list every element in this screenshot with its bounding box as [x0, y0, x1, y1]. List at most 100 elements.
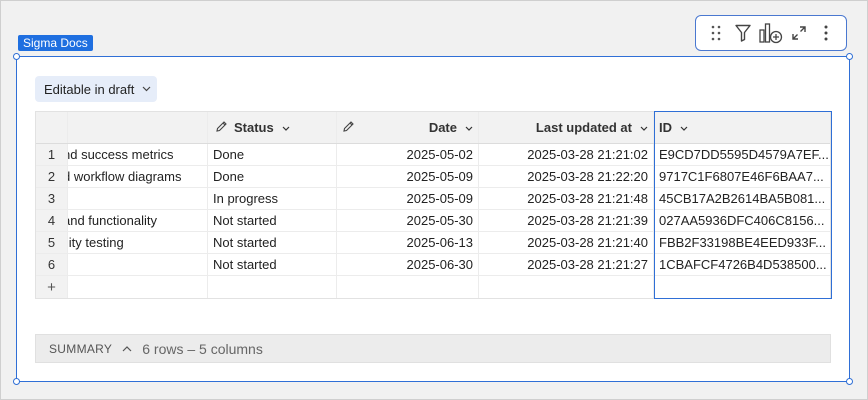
task-cell-text: │ [68, 191, 71, 206]
row-index: 2 [36, 166, 68, 187]
task-cell[interactable]: and functionality [68, 210, 208, 231]
id-cell[interactable]: 1CBAFCF4726B4D538500... [654, 254, 830, 275]
task-cell[interactable]: │ [68, 188, 208, 209]
last-updated-cell-text: 2025-03-28 21:21:48 [527, 191, 648, 206]
last-updated-cell[interactable]: 2025-03-28 21:22:20 [479, 166, 654, 187]
column-header-id[interactable]: ID [654, 112, 830, 143]
date-cell[interactable]: 2025-05-09 [337, 166, 479, 187]
last-updated-cell[interactable]: 2025-03-28 21:21:27 [479, 254, 654, 275]
element-name-tag[interactable]: Sigma Docs [18, 35, 93, 51]
row-index-text: 4 [47, 213, 56, 228]
chevron-down-icon [142, 84, 151, 95]
last-updated-cell[interactable]: 2025-03-28 21:21:39 [479, 210, 654, 231]
date-cell-text: 2025-06-30 [406, 257, 474, 272]
id-cell[interactable]: E9CD7DD5595D4579A7EF... [654, 144, 830, 165]
row-index-text: 1 [47, 147, 56, 162]
task-cell[interactable]: nd success metrics [68, 144, 208, 165]
chevron-down-icon[interactable] [640, 123, 648, 133]
row-index: 3 [36, 188, 68, 209]
status-cell[interactable]: Not started [208, 232, 337, 253]
status-cell[interactable]: Done [208, 166, 337, 187]
draft-chip-label: Editable in draft [44, 81, 135, 97]
resize-handle-top-right[interactable] [846, 53, 853, 60]
table-row[interactable]: 3 │ In progress 2025-05-09 2025-03-28 21:21:… [36, 188, 830, 210]
row-index-text: 5 [47, 235, 56, 250]
data-table: Status Date Last updated at ID 1 nd succ… [35, 111, 831, 299]
column-header-date[interactable]: Date [337, 112, 479, 143]
last-updated-cell-text: 2025-03-28 21:21:39 [527, 213, 648, 228]
last-updated-header-label: Last updated at [535, 120, 632, 135]
id-cell[interactable]: FBB2F33198BE4EED933F... [654, 232, 830, 253]
status-cell[interactable]: Not started [208, 210, 337, 231]
last-updated-cell-text: 2025-03-28 21:22:20 [527, 169, 648, 184]
id-header-label: ID [659, 120, 672, 135]
add-row[interactable]: + [36, 276, 830, 298]
table-row[interactable]: 4 and functionality Not started 2025-05-30… [36, 210, 830, 232]
status-cell-text: Not started [213, 213, 277, 228]
filter-icon[interactable] [730, 20, 756, 46]
drag-handle-icon[interactable] [703, 20, 729, 46]
task-cell-text: ility testing [68, 235, 124, 250]
task-cell[interactable]: d workflow diagrams [68, 166, 208, 187]
date-cell[interactable]: 2025-06-30 [337, 254, 479, 275]
element-toolbar [695, 15, 847, 51]
add-row-button[interactable]: + [36, 276, 68, 298]
date-header-label: Date [428, 120, 457, 135]
status-cell-text: In progress [213, 191, 279, 206]
row-index-text: 6 [47, 257, 56, 272]
task-cell[interactable] [68, 254, 208, 275]
last-updated-cell-text: 2025-03-28 21:21:27 [527, 257, 648, 272]
column-header-last-updated[interactable]: Last updated at [479, 112, 654, 143]
task-cell-text: nd success metrics [68, 147, 174, 162]
status-cell[interactable]: Done [208, 144, 337, 165]
last-updated-cell-text: 2025-03-28 21:21:02 [527, 147, 648, 162]
last-updated-cell[interactable]: 2025-03-28 21:21:48 [479, 188, 654, 209]
date-cell-text: 2025-05-02 [406, 147, 474, 162]
status-cell-text: Done [213, 147, 245, 162]
id-cell-text: 1CBAFCF4726B4D538500... [659, 257, 827, 272]
last-updated-cell[interactable]: 2025-03-28 21:21:02 [479, 144, 654, 165]
task-cell-text: and functionality [68, 213, 157, 228]
task-cell-text: d workflow diagrams [68, 169, 182, 184]
editable-in-draft-dropdown[interactable]: Editable in draft [35, 76, 157, 102]
chevron-up-icon[interactable] [122, 343, 132, 355]
add-chart-icon[interactable] [758, 20, 784, 46]
status-cell-text: Done [213, 169, 245, 184]
column-header-status[interactable]: Status [208, 112, 337, 143]
table-row[interactable]: 1 nd success metrics Done 2025-05-02 2025-03… [36, 144, 830, 166]
date-cell[interactable]: 2025-05-30 [337, 210, 479, 231]
id-cell[interactable]: 45CB17A2B2614BA5B081... [654, 188, 830, 209]
resize-handle-top-left[interactable] [13, 53, 20, 60]
column-header-task[interactable] [68, 112, 208, 143]
status-cell[interactable]: In progress [208, 188, 337, 209]
id-cell-text: 9717C1F6807E46F6BAA7... [659, 169, 824, 184]
date-cell[interactable]: 2025-05-02 [337, 144, 479, 165]
resize-handle-bottom-left[interactable] [13, 378, 20, 385]
expand-icon[interactable] [786, 20, 812, 46]
summary-text: 6 rows – 5 columns [142, 340, 263, 357]
row-index: 6 [36, 254, 68, 275]
id-cell[interactable]: 9717C1F6807E46F6BAA7... [654, 166, 830, 187]
chevron-down-icon[interactable] [282, 123, 290, 133]
date-cell[interactable]: 2025-06-13 [337, 232, 479, 253]
date-cell-text: 2025-06-13 [406, 235, 474, 250]
table-row[interactable]: 5 ility testing Not started 2025-06-13 2025-… [36, 232, 830, 254]
date-cell-text: 2025-05-09 [406, 191, 474, 206]
summary-bar[interactable]: SUMMARY 6 rows – 5 columns [35, 334, 831, 363]
resize-handle-bottom-right[interactable] [846, 378, 853, 385]
task-cell[interactable]: ility testing [68, 232, 208, 253]
row-index: 5 [36, 232, 68, 253]
last-updated-cell-text: 2025-03-28 21:21:40 [527, 235, 648, 250]
id-cell-text: 027AA5936DFC406C8156... [659, 213, 825, 228]
id-cell-text: FBB2F33198BE4EED933F... [659, 235, 826, 250]
date-cell[interactable]: 2025-05-09 [337, 188, 479, 209]
chevron-down-icon[interactable] [680, 123, 688, 133]
status-cell[interactable]: Not started [208, 254, 337, 275]
summary-label: SUMMARY [49, 341, 113, 356]
more-icon[interactable] [813, 20, 839, 46]
table-row[interactable]: 2 d workflow diagrams Done 2025-05-09 2025-0… [36, 166, 830, 188]
id-cell[interactable]: 027AA5936DFC406C8156... [654, 210, 830, 231]
table-row[interactable]: 6 Not started 2025-06-30 2025-03-28 21:21:2… [36, 254, 830, 276]
last-updated-cell[interactable]: 2025-03-28 21:21:40 [479, 232, 654, 253]
chevron-down-icon[interactable] [465, 123, 473, 133]
